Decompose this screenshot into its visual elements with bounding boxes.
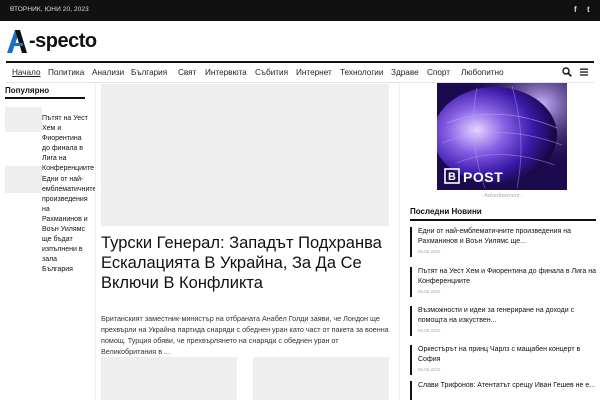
nav-item-world[interactable]: Свят xyxy=(178,68,196,77)
news-item-title[interactable]: Слави Трифонов: Атентатът срещу Иван Геш… xyxy=(418,381,596,391)
news-item-date: 06.06.2022 xyxy=(418,249,441,254)
news-item[interactable]: Едни от най-емблематичните произведения … xyxy=(410,227,596,257)
news-item-date: 06.06.2022 xyxy=(418,328,441,333)
news-item-title[interactable]: Пътят на Уест Хем и Фиорентина до финала… xyxy=(418,267,596,287)
news-item-marker xyxy=(410,306,412,336)
news-item-marker xyxy=(410,227,412,257)
article-card-thumbnail[interactable] xyxy=(253,357,389,400)
site-logo[interactable]: -specto xyxy=(6,27,97,55)
popular-item-2-text[interactable]: Едни от най-емблематичните произведения … xyxy=(42,176,96,273)
column-divider xyxy=(399,84,400,400)
section-divider xyxy=(5,97,85,99)
hero-image[interactable] xyxy=(101,84,389,226)
main-nav: Начало Политика Анализи България Свят Ин… xyxy=(6,61,594,83)
svg-text:B: B xyxy=(448,171,456,183)
column-divider xyxy=(95,84,96,400)
article-excerpt: Британският заместник-министър на отбран… xyxy=(101,314,389,356)
logo-text: -specto xyxy=(29,29,97,52)
popular-section-title: Популярно xyxy=(5,86,50,95)
news-item-date: 06.06.2022 xyxy=(418,367,441,372)
menu-icon[interactable] xyxy=(580,68,588,76)
search-icon[interactable] xyxy=(562,67,572,77)
nav-item-internet[interactable]: Интернет xyxy=(296,68,332,77)
news-item-marker xyxy=(410,345,412,375)
news-item[interactable]: Слави Трифонов: Атентатът срещу Иван Геш… xyxy=(410,381,596,400)
nav-item-technology[interactable]: Технологии xyxy=(340,68,383,77)
news-item-title[interactable]: Едни от най-емблематичните произведения … xyxy=(418,227,596,247)
news-item-date: 06.06.2022 xyxy=(418,289,441,294)
logo-mark-icon xyxy=(7,30,27,53)
news-item-title[interactable]: Възможности и идеи за генериране на дохо… xyxy=(418,306,596,326)
latest-news-title: Последни Новини xyxy=(410,207,482,216)
nav-item-curious[interactable]: Любопитно xyxy=(461,68,504,77)
nav-item-interviews[interactable]: Интервюта xyxy=(205,68,247,77)
ad-brand-text: POST xyxy=(463,169,504,185)
popular-item-1-text[interactable]: Пътят на Уест Хем и Фиорентина до финала… xyxy=(42,115,94,172)
news-item[interactable]: Пътят на Уест Хем и Фиорентина до финала… xyxy=(410,267,596,297)
news-item-marker xyxy=(410,267,412,297)
twitter-icon[interactable]: t xyxy=(587,5,590,14)
advertisement-label: - Advertisement - xyxy=(481,193,523,199)
nav-item-analysis[interactable]: Анализи xyxy=(92,68,124,77)
article-headline[interactable]: Турски Генерал: Западът Подхранва Ескала… xyxy=(101,233,393,293)
facebook-icon[interactable]: f xyxy=(574,5,577,14)
nav-item-sport[interactable]: Спорт xyxy=(427,68,450,77)
nav-item-health[interactable]: Здраве xyxy=(391,68,419,77)
section-divider xyxy=(410,219,596,221)
article-card-thumbnail[interactable] xyxy=(101,357,237,400)
nav-item-bulgaria[interactable]: България xyxy=(131,68,167,77)
nav-item-events[interactable]: Събития xyxy=(255,68,288,77)
news-item-marker xyxy=(410,381,412,400)
news-item-title[interactable]: Оркестърът на принц Чарлз с мащабен конц… xyxy=(418,345,596,365)
current-date: ВТОРНИК, ЮНИ 20, 2023 xyxy=(10,6,89,13)
nav-item-politics[interactable]: Политика xyxy=(48,68,84,77)
popular-item-1-title[interactable]: Пътят на Уест Хем и Фиорентина до финала… xyxy=(5,114,94,174)
news-item[interactable]: Възможности и идеи за генериране на дохо… xyxy=(410,306,596,336)
popular-item-2-title[interactable]: Едни от най-емблематичните произведения … xyxy=(5,175,96,275)
news-item[interactable]: Оркестърът на принц Чарлз с мащабен конц… xyxy=(410,345,596,375)
nav-item-home[interactable]: Начало xyxy=(12,68,41,77)
top-bar: ВТОРНИК, ЮНИ 20, 2023 f t xyxy=(0,0,600,21)
advertisement-banner[interactable]: B POST xyxy=(437,83,567,190)
